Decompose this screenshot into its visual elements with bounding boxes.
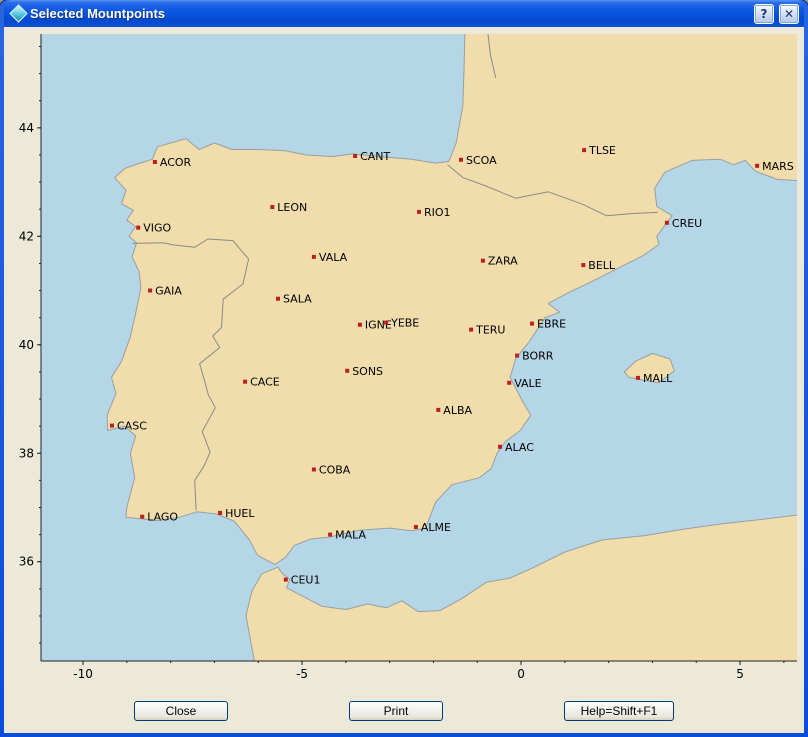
y-tick-label: 36 [19,555,34,569]
station-label: SONS [352,365,383,378]
station-label: VALE [514,377,541,390]
station-marker [140,515,144,519]
app-icon [9,4,27,22]
print-button[interactable]: Print [349,701,443,721]
station-marker [153,160,157,164]
station-label: SALA [283,293,312,306]
station-marker [436,408,440,412]
station-label: ACOR [160,156,192,169]
station-label: VALA [319,251,348,264]
station-label: MARS [762,160,794,173]
station-marker [136,226,140,230]
footer-close-button[interactable]: Close [134,701,228,721]
station-label: HUEL [225,507,255,520]
station-marker [507,381,511,385]
station-marker [515,354,519,358]
station-label: ALME [421,521,451,534]
footer-button-row: Close Print Help=Shift+F1 [4,701,804,721]
help-button[interactable]: ? [754,4,774,24]
station-label: BORR [522,350,554,363]
station-label: MALA [335,529,366,542]
station-marker [312,255,316,259]
map-widget: -10 -5 0 5 36 38 40 42 44 ACOR VIGO CANT SCOA TLSE MAR… [8,30,800,689]
y-tick-label: 44 [19,121,34,135]
station-marker [481,259,485,263]
y-tick-label: 40 [19,338,34,352]
station-marker [218,511,222,515]
x-tick-label: 5 [736,667,744,681]
station-label: GAIA [155,285,182,298]
station-label: TERU [475,324,505,337]
window-title: Selected Mountpoints [30,6,749,21]
station-marker [417,210,421,214]
station-label: CEU1 [291,574,321,587]
station-marker [414,525,418,529]
station-label: CANT [360,150,390,163]
window-body: -10 -5 0 5 36 38 40 42 44 ACOR VIGO CANT SCOA TLSE MAR… [4,27,804,733]
station-marker [665,221,669,225]
station-marker [582,148,586,152]
y-tick-label: 38 [19,446,34,460]
station-marker [636,376,640,380]
x-tick-label: -10 [73,667,93,681]
y-tick-label: 42 [19,229,34,243]
station-label: ALBA [443,404,472,417]
station-label: CACE [250,376,280,389]
station-marker [530,322,534,326]
map-svg: -10 -5 0 5 36 38 40 42 44 ACOR VIGO CANT SCOA TLSE MAR… [8,30,800,689]
station-marker [148,289,152,293]
station-marker [110,424,114,428]
station-marker [358,323,362,327]
station-label: ZARA [488,255,518,268]
x-tick-label: 0 [517,667,525,681]
station-marker [276,297,280,301]
station-label: CREU [672,217,702,230]
station-marker [270,205,274,209]
station-label: BELL [588,259,616,272]
station-marker [755,164,759,168]
station-label: COBA [319,464,351,477]
station-label: CASC [117,420,147,433]
titlebar-close-button[interactable]: ✕ [779,4,799,24]
station-label: RIO1 [424,206,451,219]
station-label: ALAC [505,441,534,454]
station-marker [353,154,357,158]
title-bar: Selected Mountpoints ? ✕ [4,0,804,27]
station-marker [581,263,585,267]
help-shortcut-button[interactable]: Help=Shift+F1 [564,701,674,721]
station-label: LAGO [147,511,178,524]
station-marker [459,158,463,162]
selected-mountpoints-window: Selected Mountpoints ? ✕ -10 -5 0 5 36 38 40 42… [0,0,808,737]
station-marker [328,533,332,537]
station-label: VIGO [143,222,171,235]
station-marker [345,369,349,373]
station-marker [312,468,316,472]
station-label: SCOA [466,154,497,167]
station-label: LEON [277,201,307,214]
station-label: MALL [643,372,673,385]
station-label: EBRE [537,318,566,331]
station-label: TLSE [588,144,616,157]
station-label: YEBE [390,317,419,330]
station-marker [498,445,502,449]
station-marker [243,380,247,384]
x-tick-label: -5 [296,667,308,681]
station-marker [284,578,288,582]
station-marker [384,321,388,325]
station-marker [469,328,473,332]
